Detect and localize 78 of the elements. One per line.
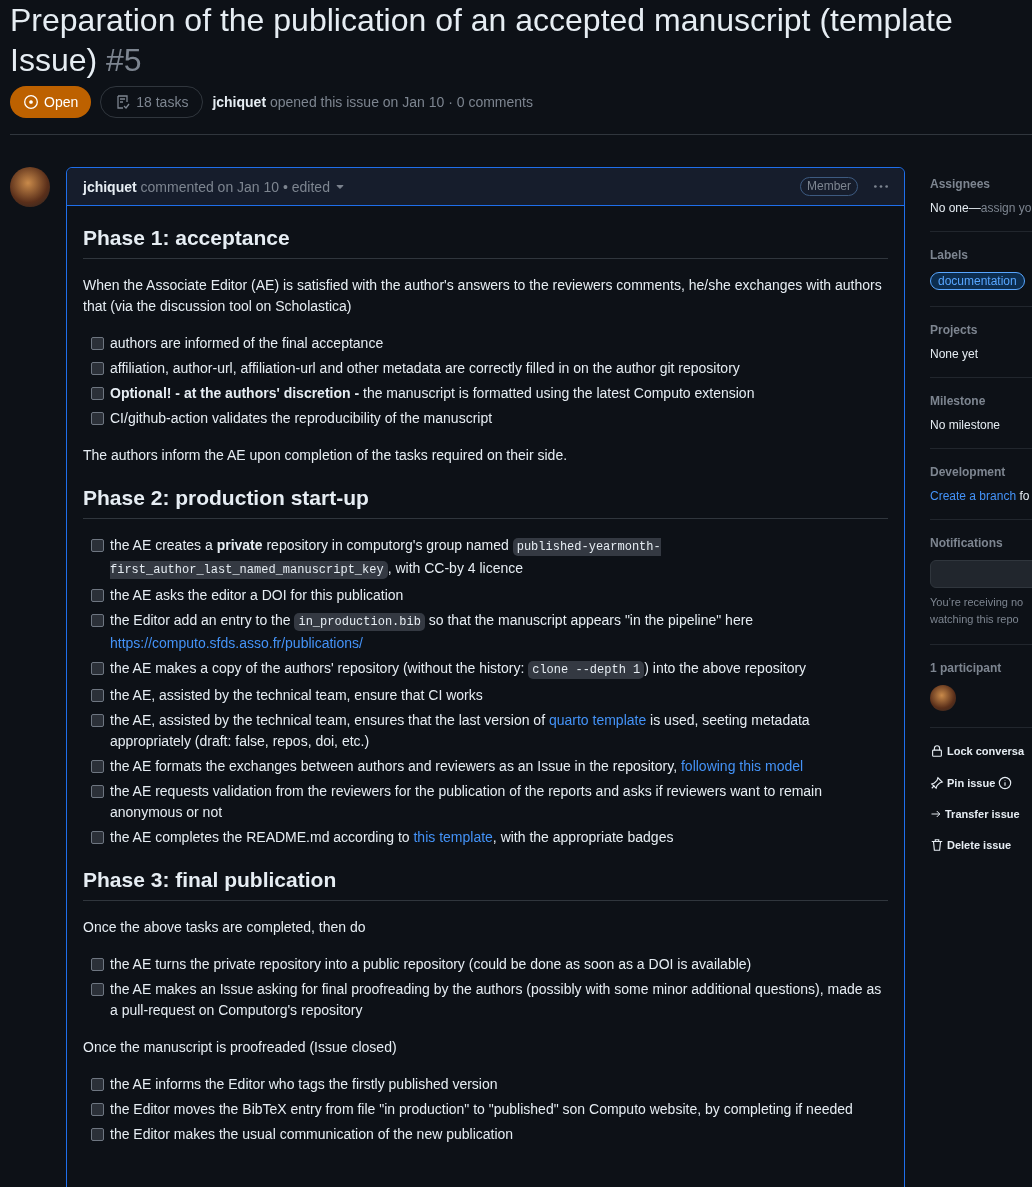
assignees-value: No one—assign yo — [930, 201, 1032, 215]
task-checkbox[interactable] — [91, 662, 104, 675]
section-heading: Phase 1: acceptance — [83, 224, 888, 259]
paragraph: The authors inform the AE upon completion of the tasks required on their side. — [83, 446, 569, 465]
task-checkbox[interactable] — [91, 760, 104, 773]
task-text: the AE completes the README.md according to this template, with the appropriate badges — [110, 828, 674, 847]
link[interactable]: this template — [413, 829, 493, 845]
sidebar-heading: 1 participant — [930, 661, 1003, 675]
task-checkbox[interactable] — [91, 1128, 104, 1141]
link[interactable]: following this model — [680, 758, 804, 774]
task-checkbox[interactable] — [91, 539, 104, 552]
task-checkbox[interactable] — [91, 337, 104, 350]
task-checkbox[interactable] — [91, 1103, 104, 1116]
section-heading: Phase 3: final publication — [83, 866, 888, 901]
paragraph: When the Associate Editor (AE) is satisfied with the author's answers to the reviewers comments, he/she exchanges with authors that (via the discussion tool on Scholastica) — [83, 276, 883, 316]
sidebar-heading: Labels — [930, 248, 969, 262]
pin-icon — [930, 776, 944, 790]
sidebar-heading: Projects — [930, 323, 979, 337]
paragraph: Once the above tasks are completed, then do — [83, 918, 367, 937]
lock-icon — [930, 744, 944, 758]
development-value: Create a branch fo — [930, 489, 1031, 503]
sidebar-heading: Development — [930, 465, 1007, 479]
task-checkbox[interactable] — [91, 387, 104, 400]
task-text: the AE informs the Editor who tags the firstly published version — [110, 1075, 498, 1094]
notification-note: watching this repo — [930, 612, 1020, 627]
sidebar-action[interactable]: Delete issue — [930, 838, 1012, 852]
info-icon — [998, 776, 1013, 790]
checklist-icon — [115, 94, 132, 110]
sidebar-heading: Assignees — [930, 177, 992, 191]
task-checkbox[interactable] — [91, 1078, 104, 1091]
task-checkbox[interactable] — [91, 614, 104, 627]
task-checkbox[interactable] — [91, 831, 104, 844]
task-checkbox[interactable] — [91, 785, 104, 798]
participant-avatar[interactable] — [930, 685, 956, 711]
task-checkbox[interactable] — [91, 589, 104, 602]
task-text: the Editor add an entry to the in_production.bib so that the manuscript appears "in the pipeline" here https://computo.sfds.asso.fr/publications/ — [110, 611, 755, 653]
task-text: the AE makes a copy of the authors' repository (without the history: clone --depth 1 ) into the above repository — [110, 659, 807, 681]
create-branch-link[interactable]: Create a branch — [930, 489, 1017, 503]
comment-meta: jchiquet commented on Jan 10 • edited — [83, 178, 330, 195]
task-text: CI/github-action validates the reproducibility of the manuscript — [110, 409, 493, 428]
sidebar-value: No milestone — [930, 418, 1002, 432]
task-text: the AE asks the editor a DOI for this publication — [110, 586, 404, 605]
task-checkbox[interactable] — [91, 362, 104, 375]
trash-icon — [930, 838, 944, 852]
issue-state-badge: Open — [10, 86, 92, 118]
task-text: the AE formats the exchanges between authors and reviewers as an Issue in the repository, following this model — [110, 757, 804, 776]
sidebar-value: None yet — [930, 347, 980, 361]
avatar[interactable] — [10, 167, 50, 207]
task-checkbox[interactable] — [91, 689, 104, 702]
task-text: Optional! - at the authors' discretion - the manuscript is formatted using the latest Computo extension — [110, 384, 755, 403]
task-text: the Editor moves the BibTeX entry from file "in production" to "published" son Computo website, by completing if needed — [110, 1100, 853, 1119]
task-text: authors are informed of the final acceptance — [110, 334, 384, 353]
task-text: the AE makes an Issue asking for final proofreading by the authors (possibly with some minor additional questions), made as a pull-request on Computorg's repository — [110, 980, 883, 1020]
paragraph: Once the manuscript is proofreaded (Issue closed) — [83, 1038, 398, 1057]
open-issue-icon — [23, 94, 39, 110]
sidebar-action[interactable]: Pin issue — [930, 776, 1013, 790]
task-checkbox[interactable] — [91, 412, 104, 425]
link[interactable]: quarto template — [548, 712, 647, 728]
issue-title: Preparation of the publication of an accepted manuscript (template Issue) #5 — [10, 2, 953, 78]
task-checkbox[interactable] — [91, 714, 104, 727]
link[interactable]: https://computo.sfds.asso.fr/publications/ — [110, 635, 363, 651]
notification-note: You’re receiving no — [930, 595, 1025, 610]
issue-meta: jchiquet opened this issue on Jan 10 · 0 comments — [212, 94, 533, 110]
section-heading: Phase 2: production start-up — [83, 484, 888, 519]
more-icon[interactable] — [874, 185, 888, 188]
task-checkbox[interactable] — [91, 958, 104, 971]
arrow-right-icon — [930, 808, 942, 820]
task-text: the Editor makes the usual communication of the new publication — [110, 1125, 514, 1144]
sidebar-heading: Notifications — [930, 536, 1004, 550]
task-checkbox[interactable] — [91, 983, 104, 996]
sidebar-action[interactable]: Transfer issue — [930, 808, 1020, 820]
task-text: the AE turns the private repository into a public repository (could be done as soon as a DOI is available) — [110, 955, 752, 974]
task-text: the AE, assisted by the technical team, ensure that CI works — [110, 686, 483, 705]
task-text: the AE, assisted by the technical team, ensures that the last version of quarto template is used, seeting metadata appropriately (draft: false, repos, doi, etc.) — [110, 711, 811, 751]
sidebar-heading: Milestone — [930, 394, 987, 408]
task-text: affiliation, author-url, affiliation-url and other metadata are correctly filled in on the author git repository — [110, 359, 740, 378]
label-tag[interactable]: documentation — [930, 272, 1025, 290]
sidebar-action[interactable]: Lock conversa — [930, 744, 1025, 758]
